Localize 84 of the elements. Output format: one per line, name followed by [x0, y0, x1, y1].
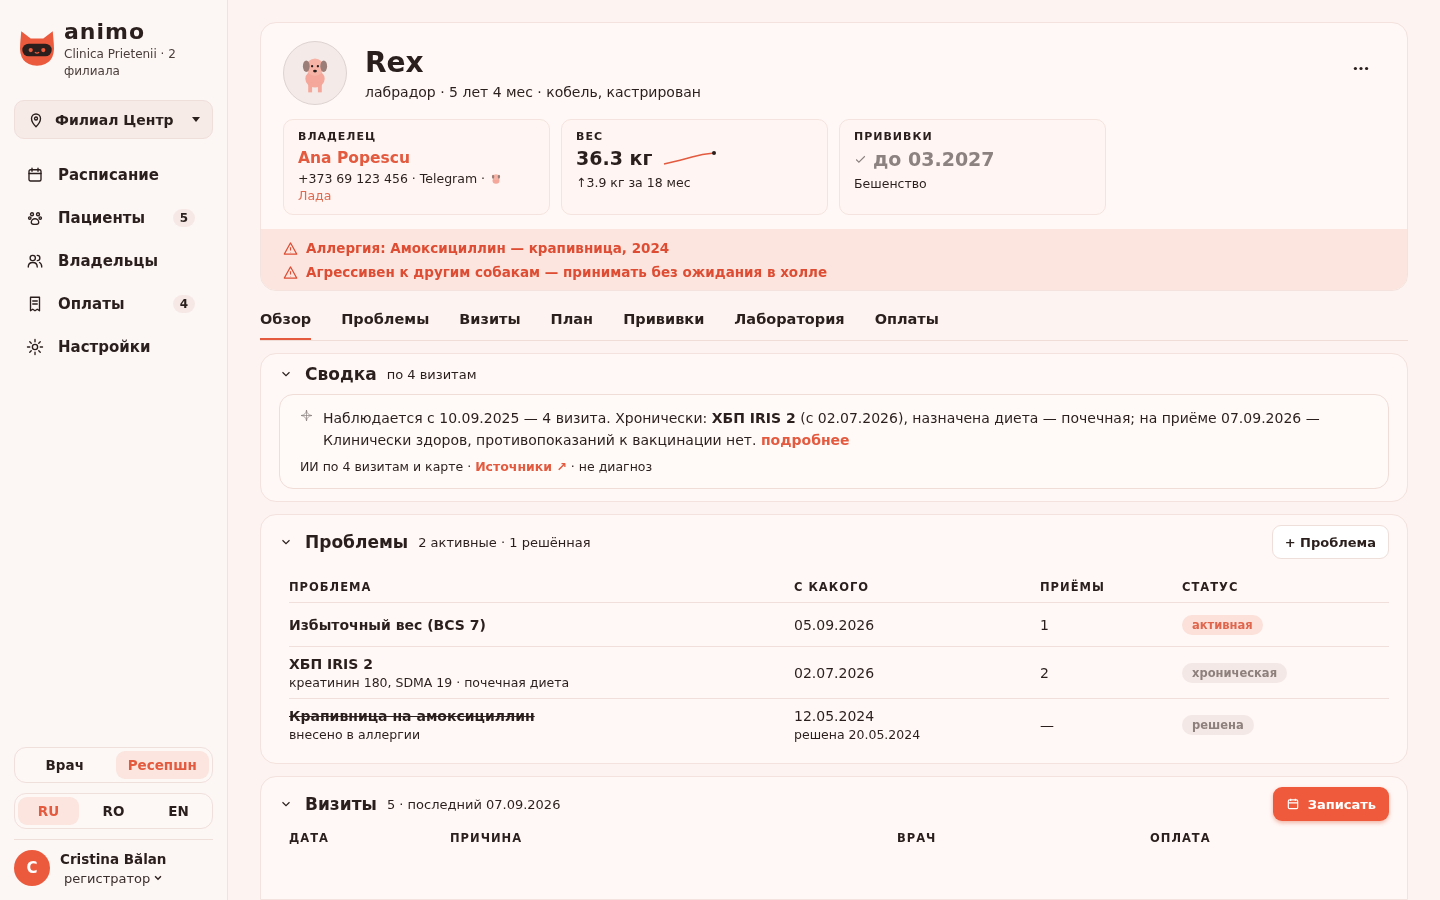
sparkle-icon [300, 409, 313, 422]
settings-icon [26, 337, 44, 356]
nav-label: Пациенты [58, 208, 147, 227]
date-cell-text: 12.05.2024 [794, 708, 876, 724]
clinic-name: Clinica Prietenii · 2 филиала [64, 46, 177, 80]
section-subtitle: 5 · последний 07.09.2026 [386, 796, 561, 812]
nav-item[interactable]: Владельцы [14, 239, 213, 282]
branch-select[interactable]: Филиал Центр [14, 100, 213, 139]
tab[interactable]: Проблемы [341, 303, 430, 340]
card-label: ПРИВИВКИ [854, 130, 934, 143]
brand-name: animo [64, 22, 146, 42]
role-dropdown[interactable]: регистратор [60, 870, 167, 886]
summary-text: Наблюдается с 10.09.2025 — 4 визита. Хронически: ХБП IRIS 2 (с 02.07.2026), назначена диета — почечная; на приёме 07.09.2026 — Клинически здоров, противопоказаний к вакцинации нет. подробнее [323, 409, 1321, 450]
column-header: ПРОБЛЕМА [289, 579, 373, 594]
column-header: ПРИЧИНА [450, 831, 524, 845]
nav-item[interactable]: Оплаты 4 [14, 282, 213, 325]
alert-text: Аллергия: Амоксициллин — крапивница, 2024 [306, 240, 670, 256]
nav-item[interactable]: Пациенты 5 [14, 196, 213, 239]
tab[interactable]: Лаборатория [734, 303, 845, 340]
count-badge: 5 [172, 208, 195, 227]
warning-icon [283, 240, 298, 256]
column-header: ОПЛАТА [1150, 831, 1212, 845]
date-cell-text: 02.07.2026 [794, 664, 876, 681]
add-problem-button[interactable]: + Проблема [1271, 525, 1389, 559]
sources-link[interactable]: Источники ↗ [475, 459, 567, 474]
count-badge: 4 [172, 294, 195, 313]
tab[interactable]: План [550, 303, 594, 340]
visit-count: — [1040, 717, 1055, 733]
role-option[interactable]: Врач [18, 751, 112, 779]
section-title: Визиты [305, 794, 377, 814]
card-label: ВЕС [576, 130, 604, 143]
alert-text: Агрессивен к другим собакам — принимать без ожидания в холле [306, 264, 828, 280]
nav-label: Настройки [58, 337, 152, 356]
problem-note: креатинин 180, SDMA 19 · почечная диета [289, 674, 571, 690]
tab[interactable]: Прививки [623, 303, 705, 340]
owner-contact: +373 69 123 456 · Telegram · [298, 171, 486, 186]
weight-sparkline [662, 150, 719, 166]
problem-note: внесено в аллергии [289, 727, 421, 742]
status-badge: решена [1182, 715, 1254, 735]
patient-name: Rex [365, 46, 425, 80]
nav-label: Расписание [58, 165, 160, 184]
weight-value: 36.3 кг [576, 147, 653, 169]
section-subtitle: по 4 визитам [386, 366, 477, 382]
column-header: ПРИЁМЫ [1040, 579, 1106, 594]
nav-label: Оплаты [58, 294, 126, 313]
user-name: Cristina Bălan [60, 850, 167, 867]
section-title: Проблемы [305, 532, 409, 552]
nav-label: Владельцы [58, 251, 159, 270]
vaccination-date: до 03.2027 [873, 148, 995, 170]
language-option[interactable]: EN [148, 797, 209, 825]
warning-icon [283, 264, 298, 280]
nav-item[interactable]: Расписание [14, 153, 213, 196]
column-header: С КАКОГО [794, 579, 871, 594]
nav-item[interactable]: Настройки [14, 325, 213, 368]
user-avatar: C [14, 850, 50, 886]
calendar-icon [1285, 797, 1300, 811]
caret-icon [192, 117, 200, 122]
date-cell-text: 05.09.2026 [794, 616, 876, 633]
resolved-date: решена 20.05.2024 [794, 727, 922, 742]
card-label: ВЛАДЕЛЕЦ [298, 130, 378, 143]
more-icon [1353, 66, 1369, 71]
tab[interactable]: Обзор [260, 303, 312, 340]
status-badge: активная [1182, 614, 1263, 635]
status-badge: хроническая [1182, 662, 1287, 683]
section-subtitle: 2 активные · 1 решённая [418, 534, 591, 550]
section-title: Сводка [305, 364, 377, 384]
column-header: СТАТУС [1182, 579, 1240, 594]
patient-details: лабрадор · 5 лет 4 мес · кобель, кастрирован [365, 84, 702, 100]
calendar-icon [26, 165, 44, 184]
language-option[interactable]: RO [83, 797, 144, 825]
column-header: ВРАЧ [897, 831, 938, 845]
tab[interactable]: Визиты [459, 303, 521, 340]
weight-trend: ↑3.9 кг за 18 мес [576, 175, 692, 190]
ai-disclaimer: ИИ по 4 визитам и карте · Источники ↗ · не диагноз [300, 459, 654, 474]
problem-name: ХБП IRIS 2 [289, 655, 374, 672]
visit-count: 2 [1040, 664, 1050, 681]
visit-count: 1 [1040, 616, 1050, 633]
more-link[interactable]: подробнее [760, 432, 850, 448]
chevron-down-icon [153, 873, 164, 883]
problem-name: Избыточный вес (BCS 7) [289, 616, 487, 633]
problem-name: Крапивница на амоксициллин [289, 708, 536, 724]
tab[interactable]: Оплаты [874, 303, 939, 340]
vaccine-name: Бешенство [854, 176, 928, 191]
column-header: ДАТА [289, 831, 330, 845]
